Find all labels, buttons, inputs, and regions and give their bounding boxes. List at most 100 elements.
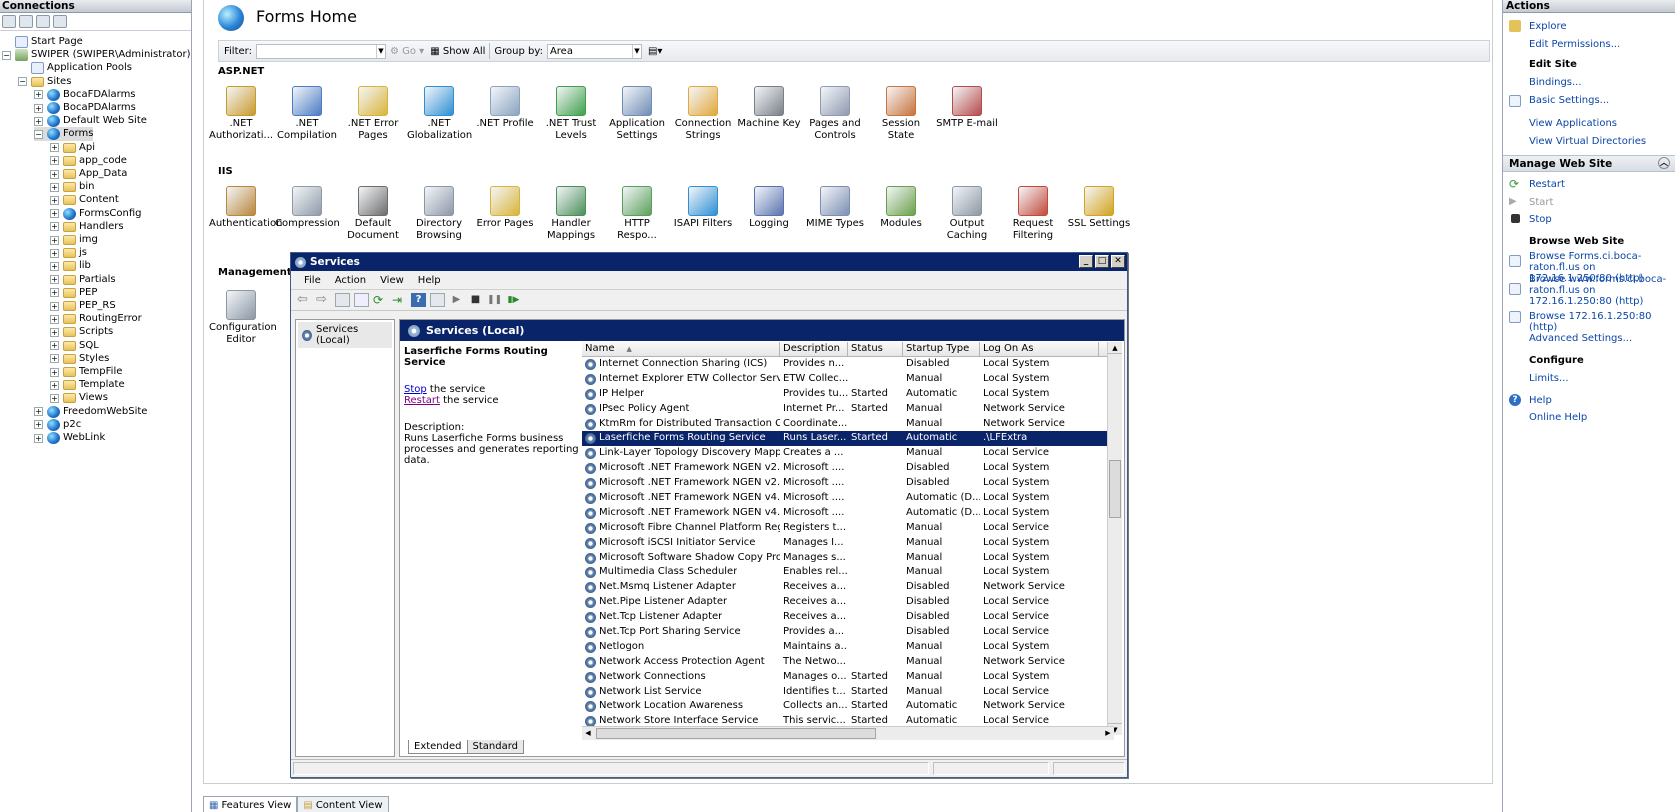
- show-hide-icon[interactable]: [430, 293, 445, 307]
- tree-node-freedomwebsite[interactable]: + FreedomWebSite: [34, 405, 147, 419]
- menu-file[interactable]: File: [297, 275, 328, 286]
- table-row[interactable]: Netlogon Maintains a... Manual Local System: [582, 640, 1114, 655]
- table-row[interactable]: Microsoft .NET Framework NGEN v2.0.... Mi…: [582, 476, 1114, 491]
- connect-icon[interactable]: [2, 15, 16, 28]
- feature-configuration-editor[interactable]: Configuration Editor: [209, 290, 277, 345]
- table-row[interactable]: Net.Msmq Listener Adapter Receives a... Di…: [582, 580, 1114, 595]
- tree-node-pep-rs[interactable]: + PEP_RS: [50, 299, 116, 313]
- expand-icon[interactable]: +: [50, 301, 59, 311]
- console-tree-icon[interactable]: [335, 293, 350, 307]
- tree-node-bin[interactable]: + bin: [50, 180, 94, 194]
- tree-node-default-web-site[interactable]: + Default Web Site: [34, 114, 147, 128]
- explore-link[interactable]: Explore: [1529, 21, 1674, 32]
- expand-icon[interactable]: +: [50, 393, 59, 403]
- feature-isapi-filters[interactable]: ISAPI Filters: [671, 186, 735, 230]
- feature-net-profile[interactable]: .NET Profile: [473, 86, 537, 130]
- edit-permissions-link[interactable]: Edit Permissions...: [1529, 39, 1674, 50]
- table-row[interactable]: Network Connections Manages o... Started Ma…: [582, 670, 1114, 685]
- table-row[interactable]: Microsoft iSCSI Initiator Service Manages…: [582, 536, 1114, 551]
- manage-web-site-group[interactable]: Manage Web Site ︿: [1503, 155, 1675, 172]
- tree-node-weblink[interactable]: + WebLink: [34, 431, 105, 445]
- tree-node-tempfile[interactable]: + TempFile: [50, 365, 122, 379]
- limits-link[interactable]: Limits...: [1529, 373, 1674, 384]
- go-button[interactable]: ⚙ Go ▾: [390, 46, 424, 57]
- table-row[interactable]: KtmRm for Distributed Transaction Coor..…: [582, 417, 1114, 432]
- table-row[interactable]: Network List Service Identifies t... Start…: [582, 685, 1114, 700]
- restart-service-link[interactable]: Restart: [404, 395, 440, 406]
- feature-machine-key[interactable]: Machine Key: [737, 86, 801, 130]
- expand-icon[interactable]: +: [50, 341, 59, 351]
- filter-input[interactable]: ▼: [255, 43, 386, 59]
- group-by-select[interactable]: Area ▼: [546, 43, 642, 59]
- feature-smtp-e-mail[interactable]: SMTP E-mail: [935, 86, 999, 130]
- table-row[interactable]: Net.Tcp Port Sharing Service Provides a..…: [582, 625, 1114, 640]
- refresh-icon[interactable]: ⟳: [373, 293, 388, 307]
- feature-directory-browsing[interactable]: Directory Browsing: [407, 186, 471, 241]
- tree-node-routingerror[interactable]: + RoutingError: [50, 312, 142, 326]
- feature-net-globalization[interactable]: .NET Globalization: [407, 86, 472, 141]
- feature-net-error-pages[interactable]: .NET Error Pages: [341, 86, 405, 141]
- tree-node-pep[interactable]: + PEP: [50, 286, 97, 300]
- column-startup-type[interactable]: Startup Type: [903, 342, 980, 356]
- feature-connection-strings[interactable]: Connection Strings: [671, 86, 735, 141]
- feature-authentication[interactable]: Authentication: [209, 186, 282, 230]
- expand-icon[interactable]: +: [50, 156, 59, 166]
- tree-node-template[interactable]: + Template: [50, 378, 125, 392]
- expand-icon[interactable]: +: [50, 288, 59, 298]
- back-icon[interactable]: ⇦: [297, 293, 312, 307]
- feature-session-state[interactable]: Session State: [869, 86, 933, 141]
- expand-icon[interactable]: +: [50, 261, 59, 271]
- tree-node-sql[interactable]: + SQL: [50, 339, 99, 353]
- table-row[interactable]: Link-Layer Topology Discovery Mapper Crea…: [582, 446, 1114, 461]
- table-row[interactable]: Internet Explorer ETW Collector Service E…: [582, 372, 1114, 387]
- services-local-node[interactable]: Services (Local): [298, 322, 392, 348]
- view-virtual-directories-link[interactable]: View Virtual Directories: [1529, 136, 1674, 147]
- restart-icon[interactable]: ▮▶: [506, 293, 521, 307]
- table-row[interactable]: Laserfiche Forms Routing Service Runs Las…: [582, 431, 1114, 447]
- remove-connection-icon[interactable]: [53, 15, 67, 28]
- up-folder-icon[interactable]: [36, 15, 50, 28]
- view-mode-icon[interactable]: ▤▾: [648, 46, 662, 57]
- feature-http-respo[interactable]: HTTP Respo...: [605, 186, 669, 241]
- online-help-link[interactable]: Online Help: [1529, 412, 1674, 423]
- chevron-down-icon[interactable]: ▼: [631, 44, 641, 58]
- maximize-button[interactable]: □: [1095, 255, 1109, 268]
- advanced-settings-link[interactable]: Advanced Settings...: [1529, 333, 1674, 344]
- export-icon[interactable]: ⇥: [392, 293, 407, 307]
- table-row[interactable]: Internet Connection Sharing (ICS) Provide…: [582, 357, 1114, 372]
- tree-node-sites[interactable]: − Sites: [18, 75, 71, 89]
- menu-action[interactable]: Action: [328, 275, 373, 286]
- table-row[interactable]: Microsoft .NET Framework NGEN v2.0.... Mi…: [582, 461, 1114, 476]
- collapse-icon[interactable]: −: [34, 129, 43, 139]
- feature-net-trust-levels[interactable]: .NET Trust Levels: [539, 86, 603, 141]
- tree-node-views[interactable]: + Views: [50, 391, 108, 405]
- vertical-scroll-thumb[interactable]: [1109, 460, 1121, 518]
- feature-pages-and-controls[interactable]: Pages and Controls: [803, 86, 867, 141]
- tab-standard[interactable]: Standard: [466, 740, 524, 754]
- column-status[interactable]: Status: [848, 342, 903, 356]
- expand-icon[interactable]: +: [50, 367, 59, 377]
- collapse-icon[interactable]: ︿: [1658, 157, 1670, 169]
- save-icon[interactable]: [19, 15, 33, 28]
- expand-icon[interactable]: +: [50, 182, 59, 192]
- help-link[interactable]: Help: [1529, 395, 1674, 406]
- tree-node-bocapdalarms[interactable]: + BocaPDAlarms: [34, 101, 136, 115]
- feature-application-settings[interactable]: Application Settings: [605, 86, 669, 141]
- column-log-on-as[interactable]: Log On As: [980, 342, 1099, 356]
- services-title-bar[interactable]: Services _ □ ✕: [291, 253, 1127, 271]
- collapse-icon[interactable]: −: [2, 50, 11, 60]
- stop-link[interactable]: Stop: [1529, 214, 1674, 225]
- feature-ssl-settings[interactable]: SSL Settings: [1067, 186, 1131, 230]
- browse-www-forms-link[interactable]: Browse www.forms.ci.boca-raton.fl.us on …: [1529, 274, 1674, 307]
- feature-error-pages[interactable]: Error Pages: [473, 186, 537, 230]
- tree-node-img[interactable]: + img: [50, 233, 98, 247]
- scroll-up-icon[interactable]: ▲: [1108, 342, 1122, 354]
- tree-node-formsconfig[interactable]: + FormsConfig: [50, 207, 142, 221]
- play-icon[interactable]: ▶: [449, 293, 464, 307]
- show-all-button[interactable]: ▦ Show All: [430, 46, 485, 57]
- start-link[interactable]: Start: [1529, 197, 1674, 208]
- close-button[interactable]: ✕: [1111, 255, 1125, 268]
- tab-content-view[interactable]: ▤ Content View: [297, 796, 389, 812]
- menu-help[interactable]: Help: [411, 275, 448, 286]
- tree-node-content[interactable]: + Content: [50, 193, 119, 207]
